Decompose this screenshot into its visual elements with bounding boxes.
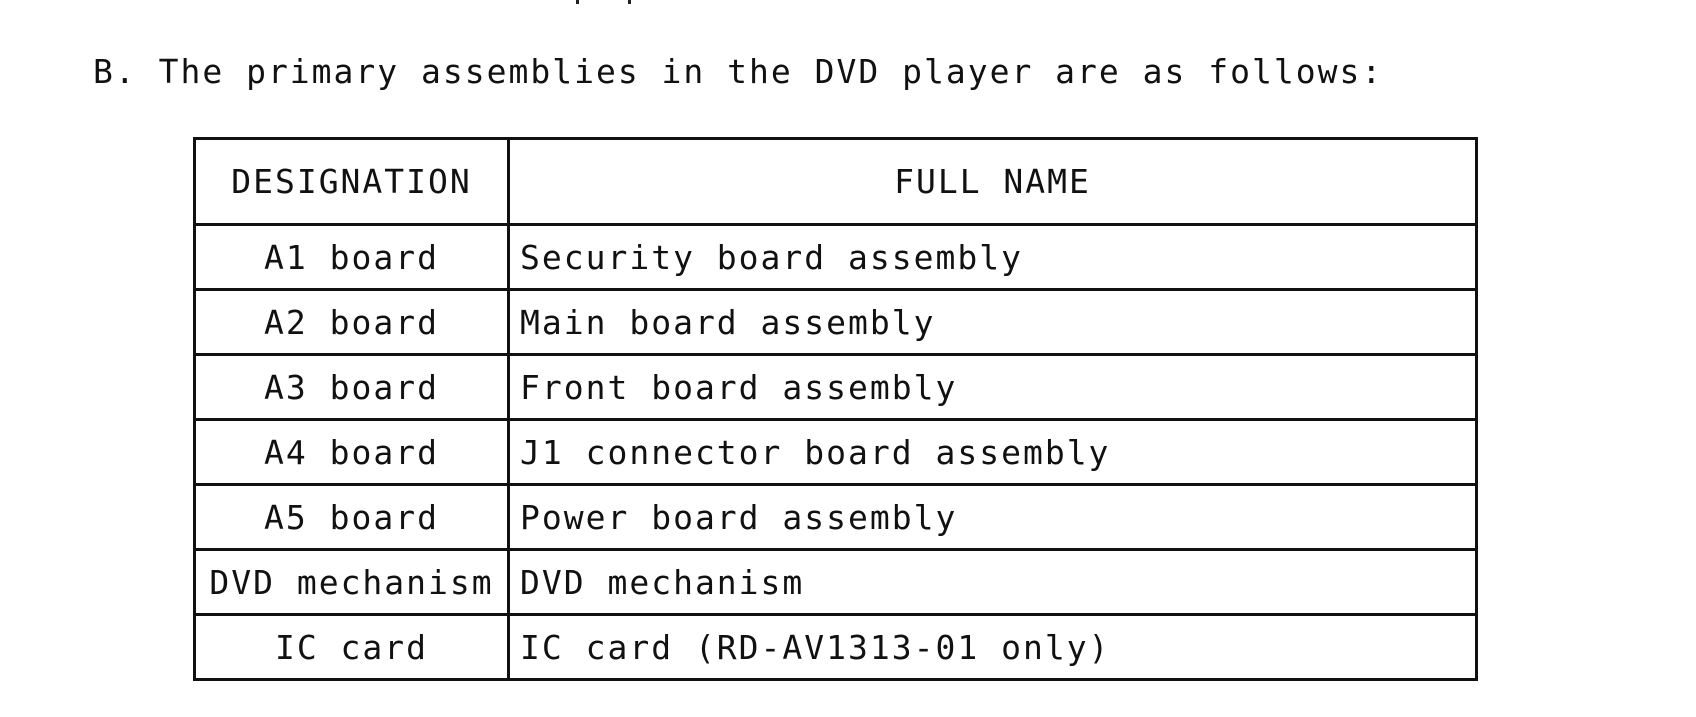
table-row: IC card IC card (RD-AV1313-01 only) <box>193 613 1478 681</box>
assemblies-table: DESIGNATION FULL NAME A1 board Security … <box>193 137 1478 681</box>
designation-cell: A3 board <box>193 353 510 421</box>
designation-cell: A1 board <box>193 223 510 291</box>
full-name-header: FULL NAME <box>507 137 1478 226</box>
full-name-cell: J1 connector board assembly <box>507 418 1478 486</box>
table-row: A4 board J1 connector board assembly <box>193 418 1478 486</box>
designation-cell: A2 board <box>193 288 510 356</box>
table-row: A5 board Power board assembly <box>193 483 1478 551</box>
intro-paragraph: B. The primary assemblies in the DVD pla… <box>93 52 1384 91</box>
full-name-cell: Security board assembly <box>507 223 1478 291</box>
full-name-cell: Power board assembly <box>507 483 1478 551</box>
designation-cell: DVD mechanism <box>193 548 510 616</box>
table-row: A2 board Main board assembly <box>193 288 1478 356</box>
full-name-cell: IC card (RD-AV1313-01 only) <box>507 613 1478 681</box>
table-row: A3 board Front board assembly <box>193 353 1478 421</box>
designation-cell: IC card <box>193 613 510 681</box>
table-row: A1 board Security board assembly <box>193 223 1478 291</box>
designation-header: DESIGNATION <box>193 137 510 226</box>
table-header-row: DESIGNATION FULL NAME <box>193 137 1478 226</box>
cut-off-text-fragment <box>570 0 650 6</box>
full-name-cell: Main board assembly <box>507 288 1478 356</box>
full-name-cell: Front board assembly <box>507 353 1478 421</box>
table-row: DVD mechanism DVD mechanism <box>193 548 1478 616</box>
full-name-cell: DVD mechanism <box>507 548 1478 616</box>
designation-cell: A5 board <box>193 483 510 551</box>
designation-cell: A4 board <box>193 418 510 486</box>
assemblies-table-container: DESIGNATION FULL NAME A1 board Security … <box>193 137 1478 681</box>
